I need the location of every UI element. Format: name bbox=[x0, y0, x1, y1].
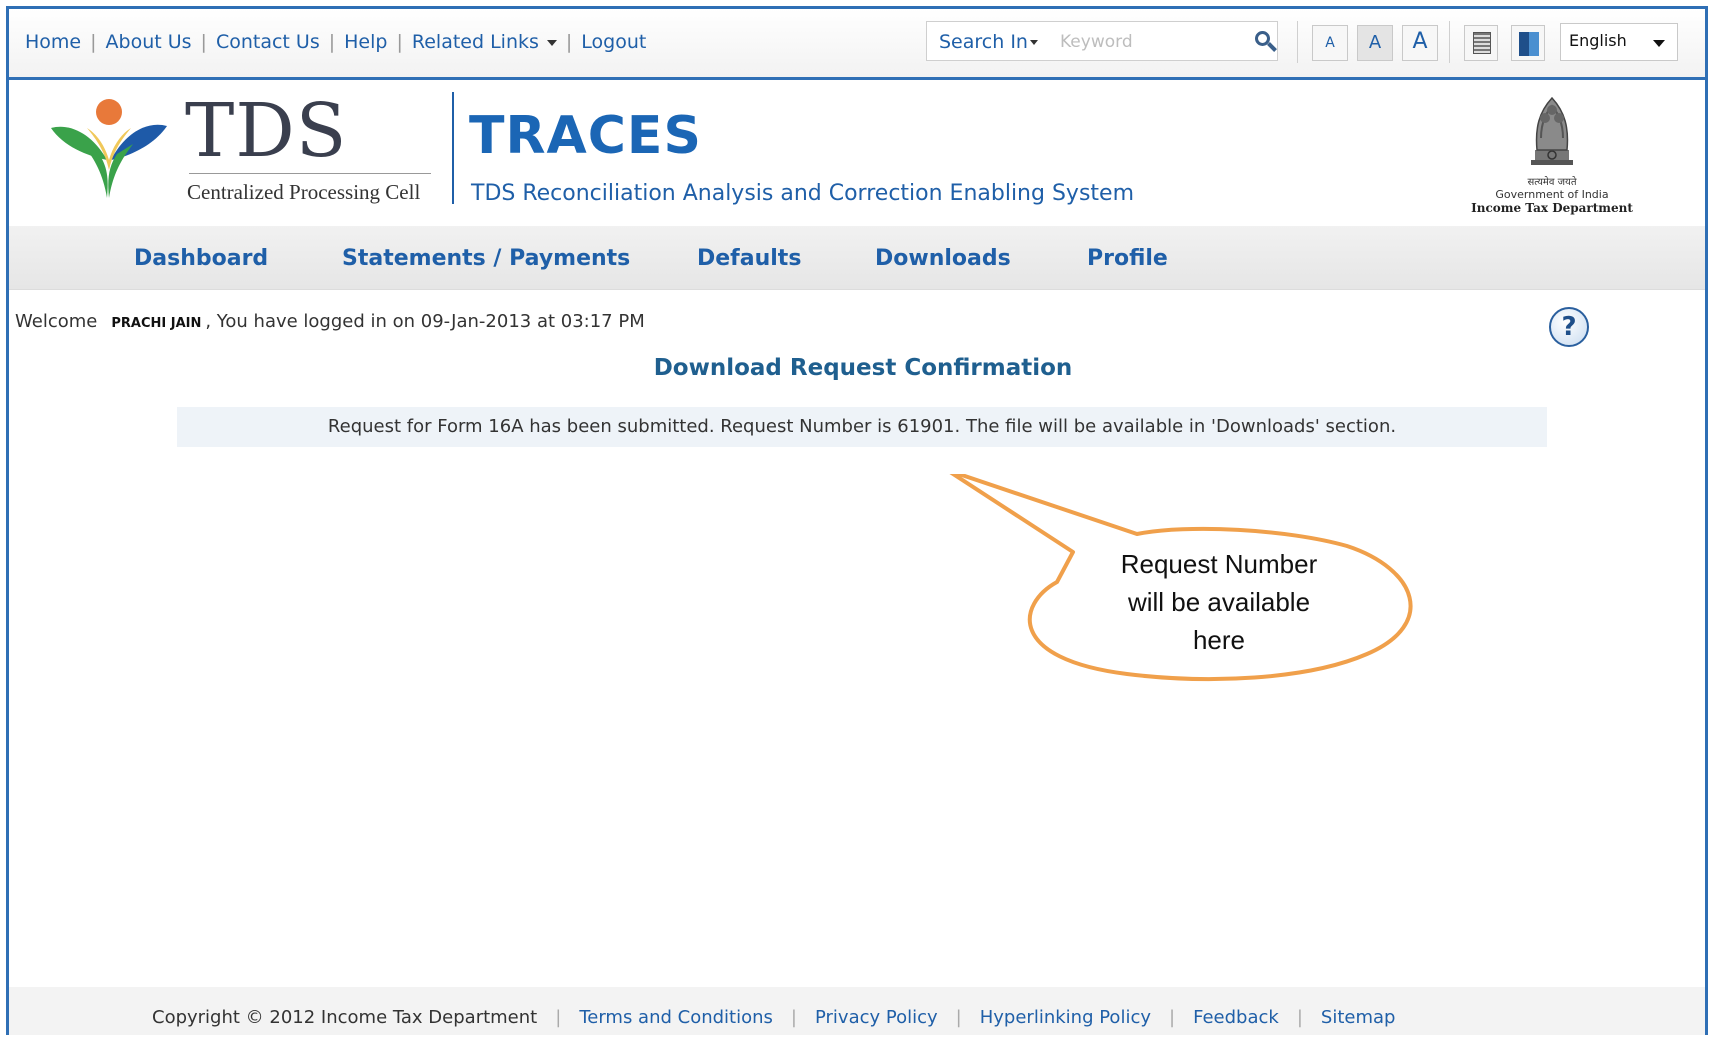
separator: | bbox=[955, 1007, 962, 1028]
separator: | bbox=[790, 1007, 797, 1028]
nav-profile[interactable]: Profile bbox=[1087, 246, 1168, 271]
main-nav: Dashboard Statements / Payments Defaults… bbox=[9, 226, 1705, 290]
separator: | bbox=[90, 31, 97, 53]
separator: | bbox=[565, 31, 573, 53]
font-medium-label: A bbox=[1368, 32, 1382, 53]
help-link[interactable]: Help bbox=[344, 31, 387, 53]
font-size-small-button[interactable]: A bbox=[1312, 25, 1348, 61]
search-button[interactable] bbox=[1253, 28, 1279, 56]
welcome-line: Welcome PRACHI JAIN, You have logged in o… bbox=[15, 311, 645, 332]
app-frame: Home | About Us | Contact Us | Help | Re… bbox=[6, 6, 1708, 1035]
user-name: PRACHI JAIN bbox=[111, 316, 202, 331]
feedback-link[interactable]: Feedback bbox=[1193, 1007, 1279, 1028]
page-title: Download Request Confirmation bbox=[653, 355, 1073, 381]
font-size-large-button[interactable]: A bbox=[1402, 25, 1438, 61]
language-select[interactable]: English bbox=[1560, 23, 1678, 61]
nav-statements-payments[interactable]: Statements / Payments bbox=[342, 246, 630, 271]
related-links-label: Related Links bbox=[411, 31, 539, 53]
copyright-text: Copyright © 2012 Income Tax Department bbox=[152, 1007, 538, 1028]
separator: | bbox=[328, 31, 336, 53]
emblem-department: Income Tax Department bbox=[1471, 201, 1633, 215]
about-us-link[interactable]: About Us bbox=[106, 31, 192, 53]
separator: | bbox=[555, 1007, 562, 1028]
nav-downloads[interactable]: Downloads bbox=[875, 246, 1011, 271]
separator: | bbox=[200, 31, 207, 53]
callout-text: Request Number will be available here bbox=[1059, 545, 1379, 659]
callout-line: Request Number bbox=[1120, 549, 1318, 579]
help-icon[interactable]: ? bbox=[1549, 307, 1589, 347]
contact-us-link[interactable]: Contact Us bbox=[216, 31, 320, 53]
font-small-label: A bbox=[1325, 35, 1335, 51]
separator: | bbox=[396, 31, 403, 53]
emblem-government: Government of India bbox=[1495, 188, 1609, 201]
nav-defaults[interactable]: Defaults bbox=[697, 246, 801, 271]
tds-wordmark: TDS bbox=[185, 88, 348, 174]
callout-line: will be available bbox=[1127, 587, 1311, 617]
welcome-prefix: Welcome bbox=[15, 311, 98, 332]
nav-dashboard[interactable]: Dashboard bbox=[134, 246, 268, 271]
tds-subtitle: Centralized Processing Cell bbox=[187, 180, 421, 204]
font-large-label: A bbox=[1412, 29, 1428, 54]
page-footer: Copyright © 2012 Income Tax Department |… bbox=[9, 987, 1705, 1035]
callout-line: here bbox=[1192, 625, 1246, 655]
government-emblem: सत्यमेव जयते Government of India Income … bbox=[1452, 88, 1652, 220]
document-icon bbox=[1473, 32, 1491, 54]
traces-subtitle: TDS Reconciliation Analysis and Correcti… bbox=[471, 181, 1134, 206]
login-info: , You have logged in on 09-Jan-2013 at 0… bbox=[205, 311, 645, 332]
separator: | bbox=[1169, 1007, 1176, 1028]
chevron-down-icon bbox=[1653, 40, 1665, 47]
confirmation-message: Request for Form 16A has been submitted.… bbox=[177, 407, 1547, 447]
divider bbox=[189, 173, 431, 174]
chevron-down-icon bbox=[1029, 40, 1038, 45]
traces-title: TRACES bbox=[469, 106, 702, 166]
search-icon-handle bbox=[1267, 42, 1277, 52]
chevron-down-icon bbox=[546, 39, 557, 46]
confirmation-text: Request for Form 16A has been submitted.… bbox=[327, 416, 1397, 437]
text-only-button[interactable] bbox=[1464, 25, 1498, 61]
sitemap-link[interactable]: Sitemap bbox=[1321, 1007, 1396, 1028]
search-in-dropdown[interactable]: Search In bbox=[939, 31, 1038, 53]
divider bbox=[1297, 21, 1298, 63]
footer-row: Copyright © 2012 Income Tax Department |… bbox=[152, 1007, 1395, 1028]
hyperlinking-link[interactable]: Hyperlinking Policy bbox=[980, 1007, 1151, 1028]
site-header: TDS Centralized Processing Cell TRACES T… bbox=[9, 80, 1705, 226]
emblem-motto: सत्यमेव जयते bbox=[1527, 177, 1577, 188]
related-links-dropdown[interactable]: Related Links bbox=[412, 31, 557, 53]
divider bbox=[452, 92, 454, 204]
ashoka-emblem-icon bbox=[1531, 96, 1573, 165]
high-contrast-button[interactable] bbox=[1511, 25, 1545, 61]
search-in-label: Search In bbox=[939, 31, 1028, 53]
language-value: English bbox=[1569, 31, 1627, 50]
terms-link[interactable]: Terms and Conditions bbox=[579, 1007, 773, 1028]
divider bbox=[1449, 21, 1450, 63]
tds-logo-icon bbox=[43, 94, 193, 204]
search-input[interactable] bbox=[1060, 28, 1240, 56]
logout-link[interactable]: Logout bbox=[581, 31, 646, 53]
separator: | bbox=[1296, 1007, 1303, 1028]
privacy-link[interactable]: Privacy Policy bbox=[815, 1007, 938, 1028]
top-utility-bar: Home | About Us | Contact Us | Help | Re… bbox=[9, 9, 1705, 77]
help-glyph: ? bbox=[1561, 312, 1577, 342]
search-box: Search In bbox=[926, 21, 1278, 61]
font-size-medium-button[interactable]: A bbox=[1357, 25, 1393, 61]
home-link[interactable]: Home bbox=[25, 31, 81, 53]
top-links: Home | About Us | Contact Us | Help | Re… bbox=[25, 31, 646, 53]
contrast-icon bbox=[1519, 32, 1539, 56]
